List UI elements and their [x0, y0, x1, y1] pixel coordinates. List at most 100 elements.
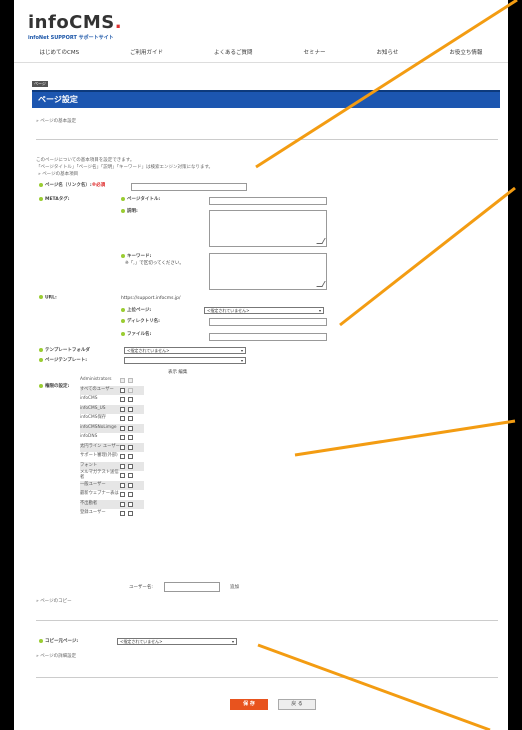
edit-checkbox[interactable] [128, 501, 133, 507]
keyword-note: ※「,」で区切ってください。 [125, 261, 184, 266]
view-checkbox[interactable] [120, 511, 125, 517]
perm-row: 最新ウェブナー表は [80, 490, 144, 500]
back-button[interactable]: 戻 る [278, 699, 316, 710]
logo-subtitle: infoNet SUPPORT サポートサイト [28, 35, 114, 41]
user-name-label: ユーザー名: [129, 585, 153, 590]
section-copy-toggle[interactable]: » ページのコピー [36, 598, 72, 604]
logo[interactable]: infoCMS. infoNet SUPPORT サポートサイト [28, 12, 122, 41]
edit-checkbox[interactable] [128, 435, 133, 441]
section-basic-toggle[interactable]: » ページの基本設定 [36, 118, 76, 124]
permissions-label: 権限の設定: [39, 383, 69, 389]
view-checkbox[interactable] [120, 501, 125, 507]
basic-note-3: » ページの基本項目 [38, 172, 79, 177]
copy-source-select[interactable]: <指定されていません> [117, 638, 237, 645]
edit-checkbox[interactable] [128, 511, 133, 517]
page-title: ページ設定 [32, 90, 500, 108]
perm-row: 一般ユーザー [80, 480, 144, 490]
nav-item-beginner[interactable]: はじめてのCMS [39, 48, 79, 56]
user-add-link[interactable]: 追加 [230, 584, 239, 590]
page-name-input[interactable] [131, 183, 247, 191]
edit-checkbox[interactable] [128, 397, 133, 403]
section-detail-label: ページの詳細設定 [40, 654, 77, 659]
section-detail-toggle[interactable]: » ページの詳細設定 [36, 653, 76, 659]
view-checkbox [120, 378, 125, 384]
view-checkbox[interactable] [120, 435, 125, 441]
divider [36, 139, 498, 140]
edit-checkbox[interactable] [128, 473, 133, 479]
section-copy-label: ページのコピー [40, 599, 72, 604]
view-checkbox[interactable] [120, 482, 125, 488]
keyword-textarea[interactable] [209, 253, 327, 290]
view-checkbox[interactable] [120, 406, 125, 412]
nav-item-seminar[interactable]: セミナー [304, 48, 326, 56]
basic-note-2: 「ページタイトル」「ページ名」「説明」「キーワード」は検索エンジン対策になります… [36, 165, 214, 170]
directory-label: ディレクトリ名: [121, 318, 160, 324]
edit-checkbox[interactable] [128, 482, 133, 488]
logo-dot: . [114, 12, 123, 33]
url-value: https://support.infocms.jp/ [121, 296, 181, 301]
nav-item-guide[interactable]: ご利用ガイド [130, 48, 163, 56]
edit-checkbox[interactable] [128, 454, 133, 460]
edit-checkbox[interactable] [128, 492, 133, 498]
copy-source-label: コピー元ページ: [39, 638, 78, 644]
page-title-label: ページタイトル: [121, 196, 160, 202]
edit-checkbox[interactable] [128, 425, 133, 431]
perm-row: サポート審理(外部) [80, 452, 144, 462]
view-checkbox[interactable] [120, 492, 125, 498]
basic-note-1: このページについての基本項目を設定できます。 [36, 158, 135, 163]
description-label: 説明: [121, 208, 138, 214]
edit-checkbox[interactable] [128, 416, 133, 422]
parent-page-select[interactable]: <指定されていません> [204, 307, 324, 314]
page-title-input[interactable] [209, 197, 327, 205]
view-checkbox[interactable] [120, 416, 125, 422]
nav-divider [14, 62, 508, 63]
template-folder-label: テンプレートフォルダ [39, 347, 90, 353]
description-textarea[interactable] [209, 210, 327, 247]
page: infoCMS. infoNet SUPPORT サポートサイト はじめてのCM… [14, 0, 508, 730]
perm-row: メルマガテスト送信者 [80, 470, 144, 481]
page-name-label: ページ名（リンク名）:※必須 [39, 182, 105, 188]
page-template-select[interactable] [124, 357, 246, 364]
perm-row: infoCMSNoLimge [80, 423, 144, 433]
edit-checkbox[interactable] [128, 444, 133, 450]
permissions-table: Administrators すべてのユーザー infoCMS infoCMS_… [80, 376, 144, 519]
perm-row: 太円ライン ユーザー [80, 442, 144, 452]
directory-input[interactable] [209, 318, 327, 326]
perm-row: 登録ユーザー [80, 509, 144, 519]
template-folder-select[interactable]: <指定されていません> [124, 347, 246, 354]
main-nav: はじめてのCMS ご利用ガイド よくあるご質問 セミナー お知らせ お役立ち情報 [14, 44, 508, 60]
nav-item-tips[interactable]: お役立ち情報 [449, 48, 482, 56]
view-checkbox[interactable] [120, 425, 125, 431]
nav-item-news[interactable]: お知らせ [377, 48, 399, 56]
edit-checkbox[interactable] [128, 406, 133, 412]
edit-checkbox [128, 378, 133, 384]
page-template-label: ページテンプレート: [39, 357, 87, 363]
perm-row: すべてのユーザー [80, 385, 144, 395]
file-input[interactable] [209, 333, 327, 341]
view-checkbox[interactable] [120, 473, 125, 479]
view-checkbox[interactable] [120, 387, 125, 393]
parent-page-label: 上位ページ: [121, 307, 151, 313]
breadcrumb[interactable]: ページ [32, 81, 48, 87]
required-badge: ※必須 [91, 183, 106, 188]
view-checkbox[interactable] [120, 463, 125, 469]
logo-text: infoCMS [28, 12, 115, 33]
nav-item-faq[interactable]: よくあるご質問 [214, 48, 253, 56]
view-checkbox[interactable] [120, 454, 125, 460]
meta-label: METAタグ: [39, 196, 70, 202]
perm-row: infoCMS_US [80, 404, 144, 414]
divider [36, 677, 498, 678]
perm-row: infoDNS [80, 433, 144, 443]
user-name-input[interactable] [164, 582, 220, 592]
section-basic-label: ページの基本設定 [40, 119, 77, 124]
edit-checkbox [128, 387, 133, 393]
view-checkbox[interactable] [120, 444, 125, 450]
edit-checkbox[interactable] [128, 463, 133, 469]
perm-row: 不出勤者 [80, 499, 144, 509]
keyword-label: キーワード: [121, 253, 151, 259]
permissions-headers: 表示 編集 [168, 370, 188, 375]
view-checkbox[interactable] [120, 397, 125, 403]
save-button[interactable]: 保 存 [230, 699, 268, 710]
divider [36, 620, 498, 621]
url-label: URL: [39, 295, 57, 301]
